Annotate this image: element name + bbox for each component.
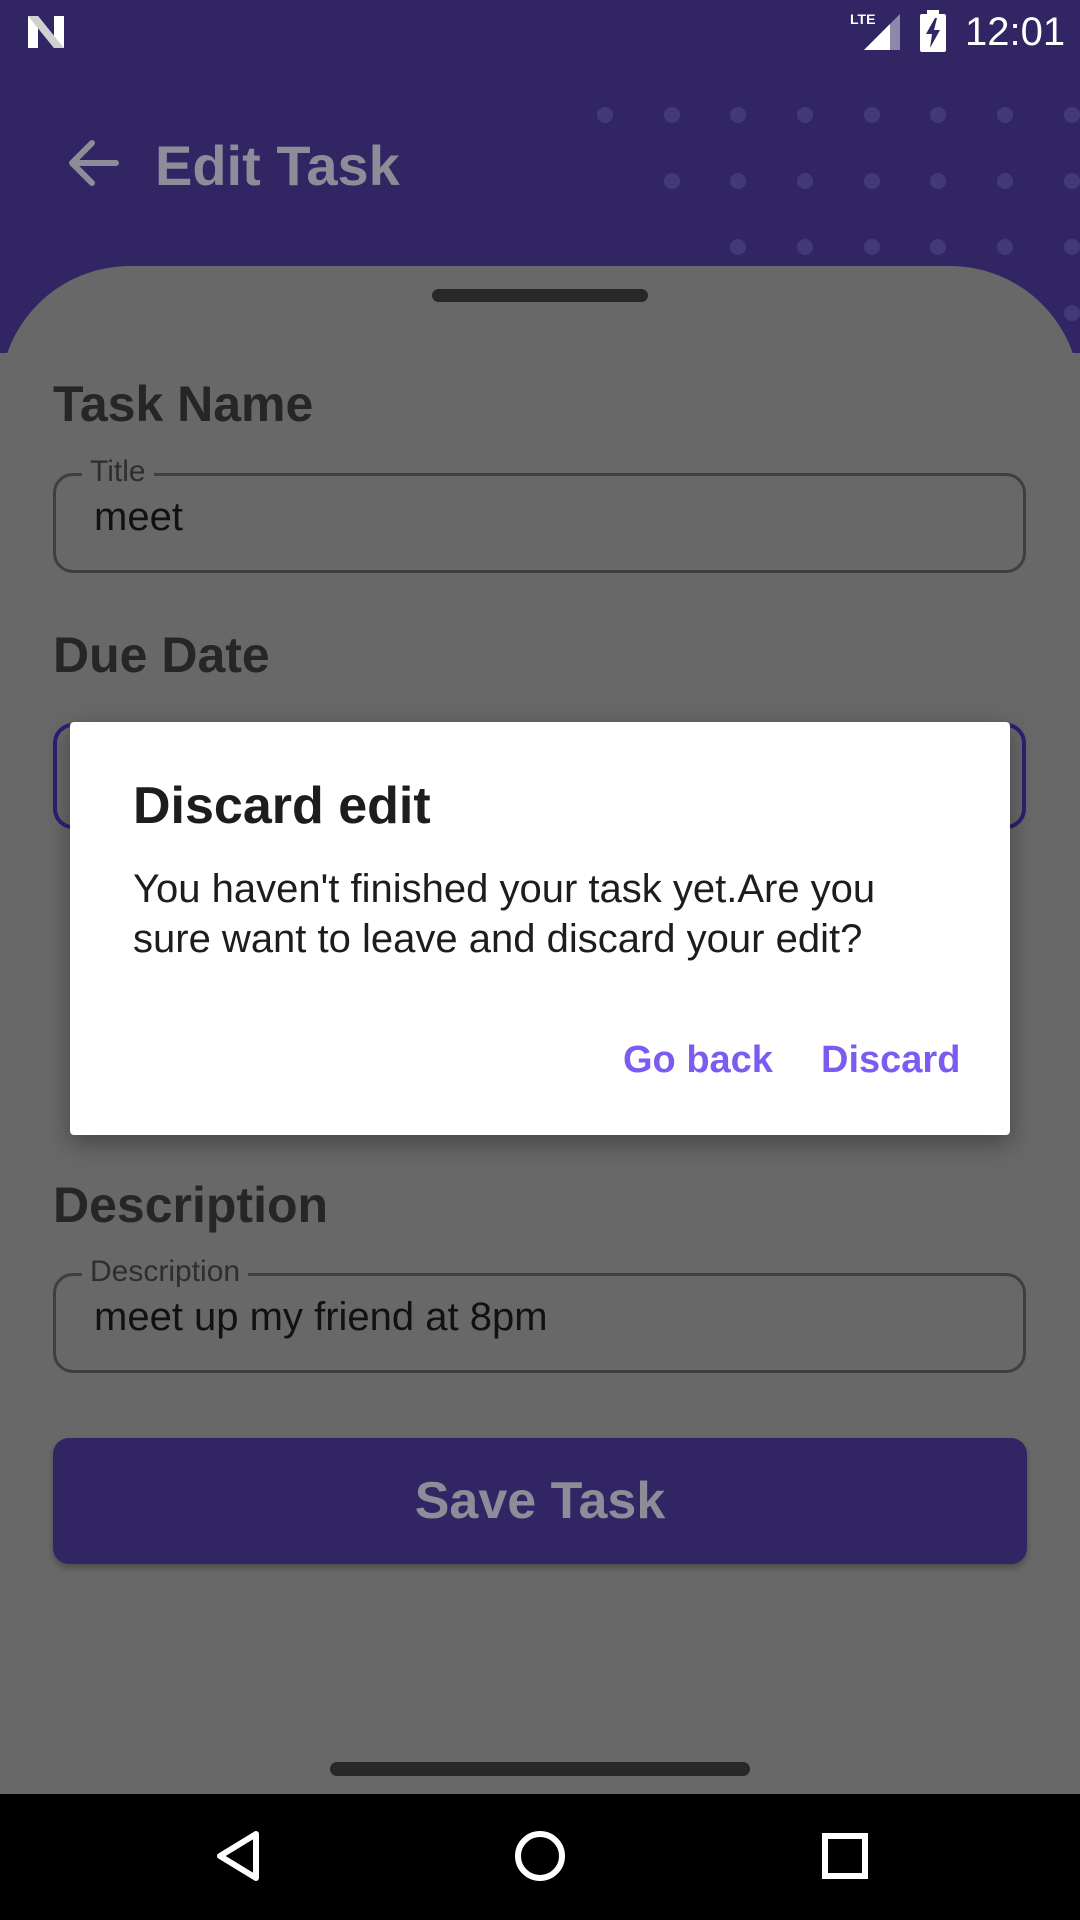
title-field[interactable]: Title meet	[53, 454, 1026, 573]
nav-recents-icon[interactable]	[815, 1826, 875, 1886]
lte-signal-icon: LTE	[850, 11, 900, 50]
home-indicator	[330, 1762, 750, 1776]
arrow-left-icon[interactable]	[62, 131, 126, 195]
dialog-title: Discard edit	[133, 777, 431, 835]
sheet-drag-handle[interactable]	[432, 289, 648, 302]
description-field-legend: Description	[82, 1254, 249, 1290]
nav-home-icon[interactable]	[510, 1826, 570, 1886]
discard-button[interactable]: Discard	[821, 1038, 960, 1082]
clock: 12:01	[965, 10, 1066, 54]
system-nav-bar	[0, 1794, 1080, 1920]
description-field-value: meet up my friend at 8pm	[94, 1295, 548, 1339]
status-bar: LTE 12:01	[0, 0, 1080, 63]
svg-text:LTE: LTE	[850, 11, 875, 27]
title-field-value: meet	[94, 495, 183, 539]
description-field[interactable]: Description meet up my friend at 8pm	[53, 1254, 1026, 1373]
n-logo-icon	[28, 16, 64, 48]
save-task-label: Save Task	[414, 1472, 666, 1530]
save-task-button[interactable]: Save Task	[53, 1438, 1027, 1564]
page-title: Edit Task	[155, 134, 400, 197]
due-date-label: Due Date	[53, 627, 270, 683]
battery-charging-icon	[920, 10, 946, 52]
dialog-message: You haven't finished your task yet.Are y…	[133, 867, 876, 961]
task-name-label: Task Name	[53, 376, 314, 432]
go-back-button[interactable]: Go back	[623, 1038, 773, 1082]
nav-back-icon[interactable]	[210, 1826, 270, 1886]
title-field-legend: Title	[82, 454, 154, 490]
discard-edit-dialog: Discard edit You haven't finished your t…	[70, 722, 1010, 1135]
description-label: Description	[53, 1177, 329, 1233]
